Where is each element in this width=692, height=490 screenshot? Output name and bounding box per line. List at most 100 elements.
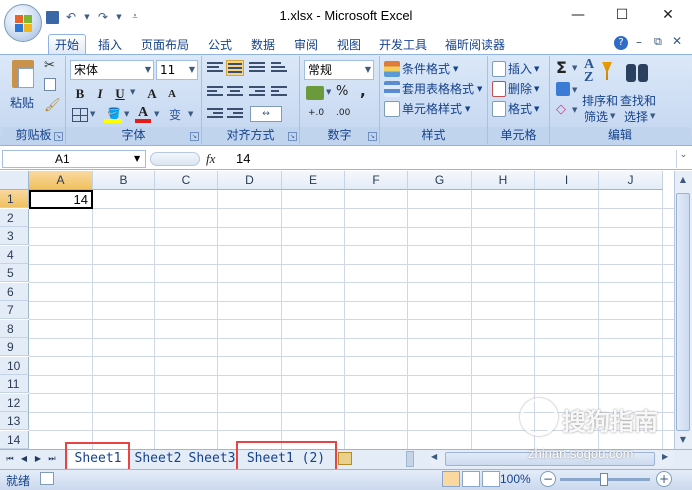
scroll-left-icon[interactable]: ◀	[431, 452, 437, 461]
help-icon[interactable]: ?	[614, 36, 628, 50]
tab-insert[interactable]: 插入	[92, 34, 128, 54]
cut-icon[interactable]: ✂	[44, 58, 55, 73]
sheet-tab-sheet2[interactable]: Sheet2	[130, 450, 186, 468]
formula-bar-splitter[interactable]	[150, 152, 200, 166]
phonetic-icon[interactable]: 变	[164, 106, 186, 124]
normal-view-button[interactable]	[442, 471, 460, 487]
next-sheet-icon[interactable]: ▶	[32, 451, 44, 467]
align-left-icon[interactable]	[206, 84, 224, 100]
sheet-tab-sheet3[interactable]: Sheet3	[186, 450, 238, 468]
bold-button[interactable]: B	[70, 84, 90, 104]
column-header[interactable]: C	[155, 171, 218, 190]
column-header[interactable]: G	[408, 171, 472, 190]
row-header[interactable]: 12	[0, 393, 29, 412]
zoom-out-icon[interactable]: −	[540, 471, 556, 487]
prev-sheet-icon[interactable]: ◀	[18, 451, 30, 467]
align-middle-icon[interactable]	[226, 60, 244, 76]
orientation-icon[interactable]	[270, 60, 288, 76]
column-header[interactable]: D	[218, 171, 282, 190]
conditional-format-button[interactable]: 条件格式 ▼	[384, 60, 458, 77]
borders-dropdown-icon[interactable]: ▼	[90, 110, 95, 118]
font-color-icon[interactable]: A	[134, 105, 152, 123]
scroll-right-icon[interactable]: ▶	[662, 452, 668, 461]
increase-indent-icon[interactable]	[226, 106, 244, 122]
paste-icon[interactable]	[8, 58, 38, 92]
last-sheet-icon[interactable]: ⏭	[46, 451, 58, 467]
customize-qat-icon[interactable]: ⩡	[127, 9, 143, 25]
align-right-icon[interactable]	[248, 84, 266, 100]
tab-view[interactable]: 视图	[331, 34, 367, 54]
tab-split-handle[interactable]	[406, 451, 414, 467]
percent-button[interactable]: %	[336, 84, 348, 99]
font-name-combo[interactable]: 宋体 ▼	[70, 60, 154, 80]
redo-dropdown-icon[interactable]: ▼	[115, 9, 123, 25]
row-header[interactable]: 6	[0, 282, 29, 301]
page-break-view-button[interactable]	[482, 471, 500, 487]
tab-home[interactable]: 开始	[48, 34, 86, 54]
font-size-dropdown-icon[interactable]: ▼	[189, 61, 195, 79]
column-header[interactable]: I	[535, 171, 599, 190]
tab-foxit-reader[interactable]: 福昕阅读器	[440, 34, 510, 54]
row-header[interactable]: 4	[0, 245, 29, 264]
vertical-scroll-thumb[interactable]	[676, 193, 690, 431]
undo-dropdown-icon[interactable]: ▼	[83, 9, 91, 25]
font-launcher-icon[interactable]: ↘	[190, 132, 199, 141]
column-header[interactable]: F	[345, 171, 408, 190]
phonetic-dropdown-icon[interactable]: ▼	[188, 110, 193, 118]
currency-icon[interactable]	[306, 86, 324, 100]
clear-icon[interactable]: ◇	[556, 102, 566, 117]
tab-formulas[interactable]: 公式	[202, 34, 238, 54]
sort-filter-dropdown-icon[interactable]: ▼	[610, 112, 615, 120]
find-select-label-1[interactable]: 查找和	[620, 92, 656, 109]
page-layout-view-button[interactable]	[462, 471, 480, 487]
font-name-dropdown-icon[interactable]: ▼	[145, 61, 151, 79]
comma-button[interactable]: ,	[360, 82, 366, 100]
row-header[interactable]: 11	[0, 375, 29, 393]
maximize-button[interactable]: ☐	[604, 4, 640, 26]
copy-icon[interactable]	[44, 78, 56, 91]
decrease-indent-icon[interactable]	[206, 106, 224, 122]
autosum-dropdown-icon[interactable]: ▼	[572, 64, 577, 72]
fill-dropdown-icon[interactable]: ▼	[572, 86, 577, 94]
grow-font-button[interactable]: A	[142, 84, 162, 104]
column-header[interactable]: J	[599, 171, 663, 190]
alignment-launcher-icon[interactable]: ↘	[288, 132, 297, 141]
tab-page-layout[interactable]: 页面布局	[136, 34, 194, 54]
column-header[interactable]: H	[472, 171, 535, 190]
first-sheet-icon[interactable]: ⏮	[4, 451, 16, 467]
number-launcher-icon[interactable]: ↘	[368, 132, 377, 141]
expand-formula-bar-icon[interactable]: ⌄	[676, 150, 690, 168]
font-color-dropdown-icon[interactable]: ▼	[154, 110, 159, 118]
scroll-down-icon[interactable]: ▼	[675, 432, 691, 448]
borders-icon[interactable]	[72, 108, 88, 122]
italic-button[interactable]: I	[90, 84, 110, 104]
office-button[interactable]	[4, 4, 42, 42]
tab-data[interactable]: 数据	[245, 34, 281, 54]
decrease-decimal-button[interactable]: .00	[336, 108, 350, 118]
insert-worksheet-icon[interactable]	[338, 452, 352, 465]
insert-function-button[interactable]: fx	[206, 151, 215, 167]
row-header[interactable]: 13	[0, 412, 29, 430]
sort-filter-label-2[interactable]: 筛选	[584, 108, 608, 125]
number-format-combo[interactable]: 常规 ▼	[304, 60, 374, 80]
align-top-icon[interactable]	[206, 60, 224, 76]
find-select-dropdown-icon[interactable]: ▼	[650, 112, 655, 120]
increase-decimal-button[interactable]: +.0	[308, 108, 324, 118]
format-painter-icon[interactable]: 🖌	[44, 98, 61, 113]
row-header[interactable]: 14	[0, 430, 29, 449]
close-button[interactable]: ✕	[650, 4, 686, 26]
redo-icon[interactable]: ↷	[95, 9, 111, 25]
save-icon[interactable]	[46, 10, 59, 24]
row-header[interactable]: 7	[0, 301, 29, 319]
zoom-slider-thumb[interactable]	[600, 473, 608, 486]
shrink-font-button[interactable]: A	[162, 84, 182, 104]
fill-icon[interactable]	[556, 82, 570, 96]
clear-dropdown-icon[interactable]: ▼	[572, 106, 577, 114]
sort-filter-icon[interactable]: AZ	[584, 58, 614, 88]
row-header[interactable]: 10	[0, 356, 29, 375]
row-header[interactable]: 8	[0, 319, 29, 338]
name-box-dropdown-icon[interactable]: ▼	[134, 154, 140, 163]
autosum-icon[interactable]: Σ	[556, 58, 567, 77]
number-format-dropdown-icon[interactable]: ▼	[365, 61, 371, 79]
row-header[interactable]: 1	[0, 190, 29, 208]
